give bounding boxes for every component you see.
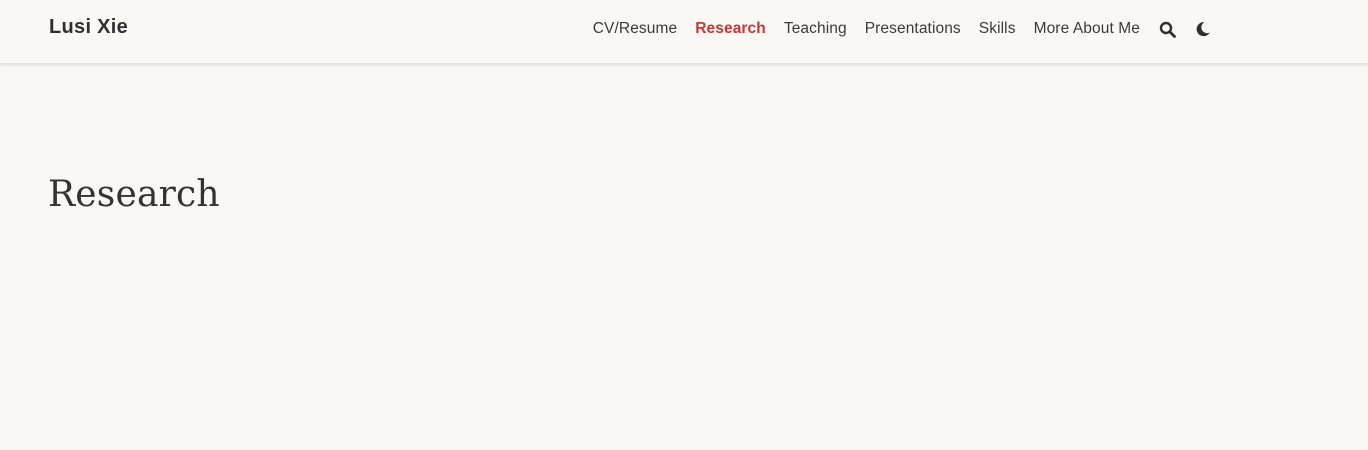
page-title: Research (48, 174, 220, 215)
navbar: Lusi Xie CV/Resume Research Teaching Pre… (0, 0, 1368, 64)
nav-menu: CV/Resume Research Teaching Presentation… (575, 0, 1212, 58)
nav-item-skills[interactable]: Skills (979, 20, 1016, 38)
nav-item-teaching[interactable]: Teaching (784, 20, 847, 38)
nav-item-research[interactable]: Research (695, 20, 766, 38)
nav-item-presentations[interactable]: Presentations (865, 20, 961, 38)
nav-item-cv-resume[interactable]: CV/Resume (593, 20, 677, 38)
site-brand[interactable]: Lusi Xie (49, 16, 128, 39)
moon-icon[interactable] (1194, 20, 1212, 38)
search-icon[interactable] (1158, 20, 1176, 38)
nav-item-more-about-me[interactable]: More About Me (1034, 20, 1140, 38)
